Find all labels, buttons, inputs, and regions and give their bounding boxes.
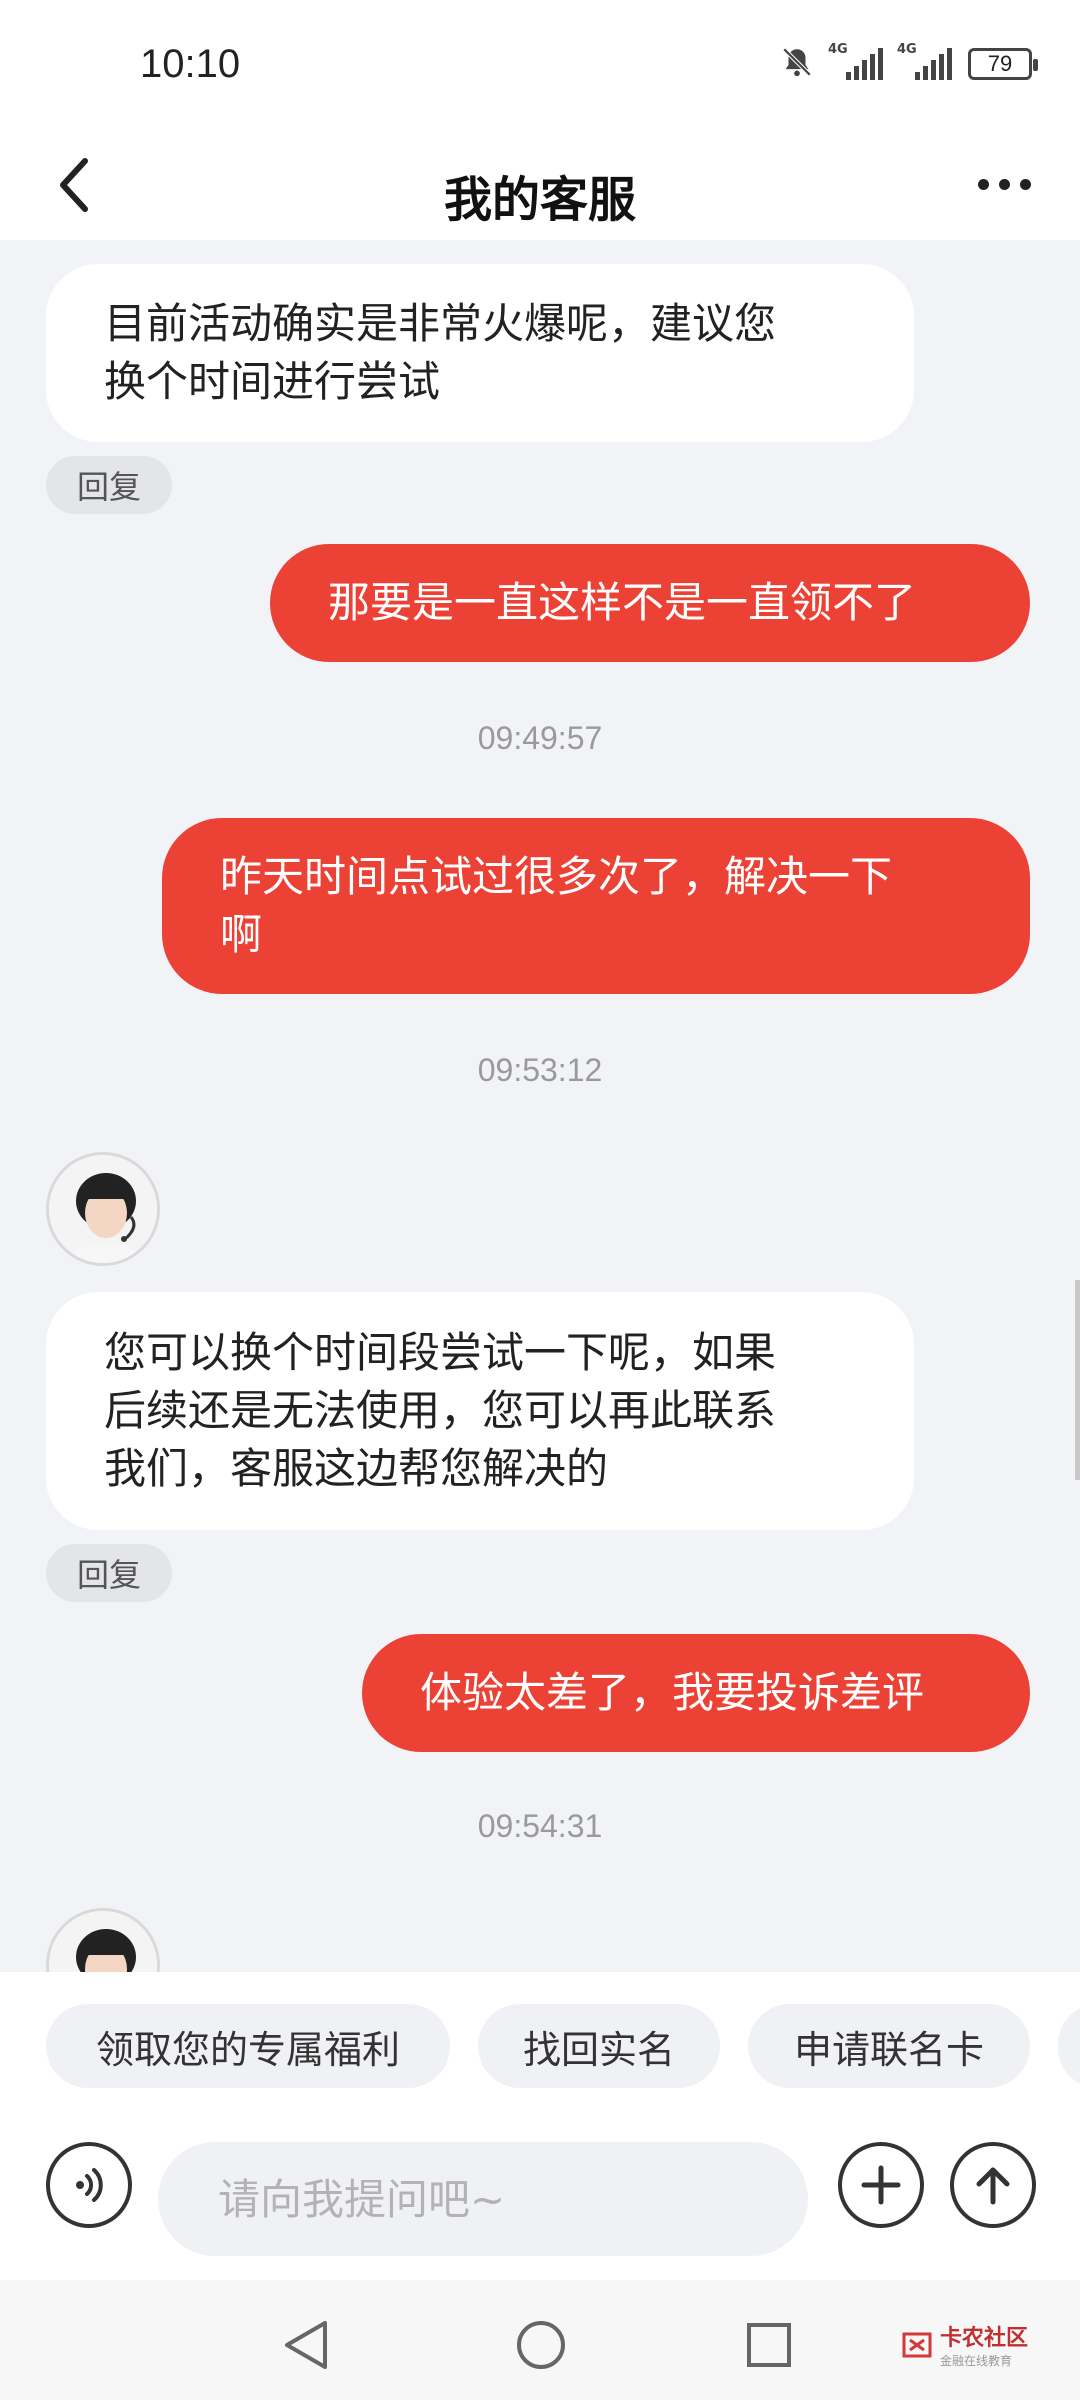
nav-home-button[interactable] [506, 2310, 576, 2380]
message-line: 啊 [220, 910, 263, 959]
quick-reply-chip[interactable]: 领取您的专属福利 [46, 2004, 450, 2088]
nav-back-button[interactable] [272, 2310, 342, 2380]
reply-button[interactable]: 回复 [46, 1544, 172, 1602]
arrow-up-icon [976, 2167, 1010, 2205]
plus-icon [861, 2165, 901, 2205]
signal-icon: 4G [897, 42, 952, 80]
network-type-label: 4G [897, 42, 917, 57]
reply-button[interactable]: 回复 [46, 456, 172, 514]
quick-reply-chip[interactable]: 找回实名 [478, 2004, 720, 2088]
recents-square-icon [747, 2323, 791, 2367]
bell-off-icon [780, 45, 814, 83]
agent-avatar[interactable] [46, 1908, 160, 1972]
agent-message: 目前活动确实是非常火爆呢，建议您 换个时间进行尝试 [46, 264, 914, 442]
watermark: 卡农社区 金融在线教育 [900, 2320, 1028, 2369]
nav-recents-button[interactable] [734, 2310, 804, 2380]
user-message: 昨天时间点试过很多次了，解决一下 啊 [162, 818, 1030, 994]
message-line: 我们，客服这边帮您解决的 [104, 1444, 609, 1493]
quick-reply-bar: 领取您的专属福利 找回实名 申请联名卡 [0, 1972, 1080, 2102]
message-line: 昨天时间点试过很多次了，解决一下 [220, 852, 893, 901]
more-button[interactable] [964, 154, 1044, 214]
chat-area[interactable]: 目前活动确实是非常火爆呢，建议您 换个时间进行尝试 回复 那要是一直这样不是一直… [0, 240, 1080, 1972]
watermark-title: 卡农社区 [940, 2326, 1029, 2351]
message-input[interactable] [158, 2142, 808, 2256]
quick-reply-chip[interactable]: 申请联名卡 [748, 2004, 1030, 2088]
message-line: 体验太差了，我要投诉差评 [420, 1668, 925, 1717]
signal-icon: 4G [828, 42, 883, 80]
user-message: 那要是一直这样不是一直领不了 [270, 544, 1030, 662]
user-message: 体验太差了，我要投诉差评 [362, 1634, 1030, 1752]
battery-level: 79 [987, 51, 1013, 76]
status-icons: 4G 4G 79 [780, 42, 1038, 84]
watermark-subtitle: 金融在线教育 [940, 2354, 1013, 2368]
more-dots-icon [977, 178, 989, 190]
message-line: 目前活动确实是非常火爆呢，建议您 [104, 299, 777, 348]
page-title: 我的客服 [443, 172, 636, 228]
timestamp: 09:49:57 [477, 720, 603, 756]
avatar-image [49, 1911, 157, 1972]
battery-icon: 79 [968, 48, 1038, 80]
message-line: 您可以换个时间段尝试一下呢，如果 [104, 1328, 777, 1377]
home-circle-icon [517, 2321, 565, 2369]
voice-button[interactable] [46, 2142, 132, 2228]
status-time: 10:10 [140, 42, 241, 86]
back-triangle-icon [285, 2321, 327, 2369]
input-bar [0, 2102, 1080, 2280]
message-line: 那要是一直这样不是一直领不了 [328, 578, 917, 627]
agent-avatar[interactable] [46, 1152, 160, 1266]
message-line: 换个时间进行尝试 [104, 357, 441, 406]
add-button[interactable] [838, 2142, 924, 2228]
timestamp: 09:53:12 [477, 1052, 603, 1088]
agent-message: 您可以换个时间段尝试一下呢，如果 后续还是无法使用，您可以再此联系 我们，客服这… [46, 1292, 914, 1530]
scrollbar[interactable] [1075, 1280, 1080, 1480]
send-button[interactable] [950, 2142, 1036, 2228]
timestamp: 09:54:31 [477, 1808, 603, 1844]
quick-reply-chip[interactable] [1058, 2004, 1080, 2088]
watermark-logo-icon [902, 2332, 932, 2357]
voice-icon [76, 2168, 103, 2202]
status-bar: 10:10 4G 4G 79 [0, 0, 1080, 130]
header: 我的客服 [0, 130, 1080, 240]
message-line: 后续还是无法使用，您可以再此联系 [104, 1386, 777, 1435]
system-nav-bar: 卡农社区 金融在线教育 [0, 2280, 1080, 2400]
avatar-image [49, 1155, 157, 1263]
network-type-label: 4G [828, 42, 848, 57]
